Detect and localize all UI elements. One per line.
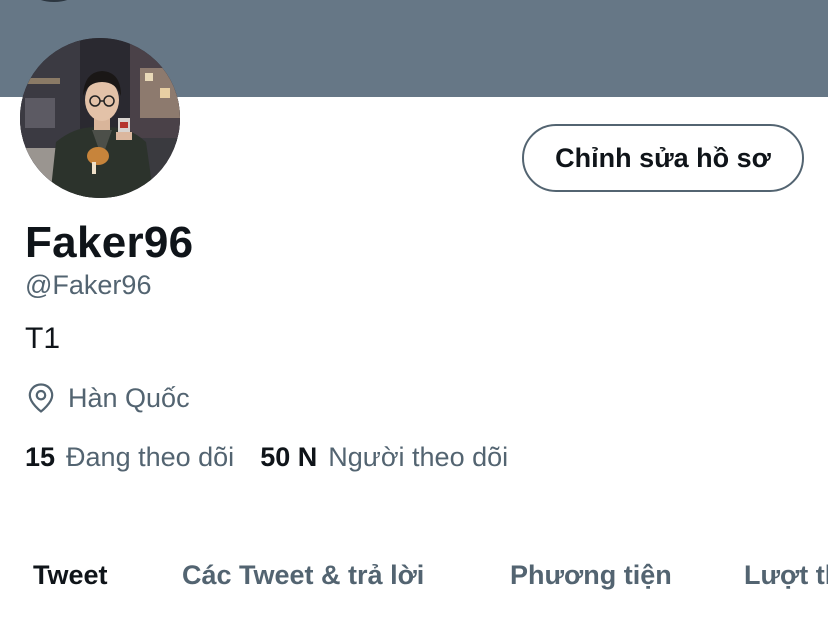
display-name: Faker96 — [25, 218, 194, 267]
profile-tabs: Tweet Các Tweet & trả lời Phương tiện Lư… — [0, 560, 828, 600]
edit-profile-button[interactable]: Chỉnh sửa hồ sơ — [522, 124, 804, 192]
user-handle: @Faker96 — [25, 270, 152, 300]
avatar[interactable] — [20, 38, 180, 198]
tab-tweets[interactable]: Tweet — [33, 560, 108, 591]
following-count: 15 — [25, 442, 56, 472]
tab-tweets-replies[interactable]: Các Tweet & trả lời — [182, 560, 424, 591]
map-pin-icon — [26, 382, 56, 414]
follow-stats: 15 Đang theo dõi 50 N Người theo dõi — [25, 442, 508, 473]
tab-likes[interactable]: Lượt thích — [744, 560, 828, 591]
following-label: Đang theo dõi — [66, 442, 235, 472]
followers-count: 50 N — [260, 442, 318, 472]
back-button-edge[interactable] — [34, 0, 74, 2]
followers-link[interactable]: 50 N Người theo dõi — [260, 442, 508, 473]
profile-bio: T1 — [25, 322, 61, 355]
location-text: Hàn Quốc — [68, 382, 190, 413]
profile-page: Chỉnh sửa hồ sơ Faker96 @Faker96 T1 Hàn … — [0, 0, 828, 618]
following-link[interactable]: 15 Đang theo dõi — [25, 442, 234, 473]
tab-media[interactable]: Phương tiện — [510, 560, 672, 591]
followers-label: Người theo dõi — [328, 442, 509, 472]
profile-location: Hàn Quốc — [26, 382, 190, 414]
